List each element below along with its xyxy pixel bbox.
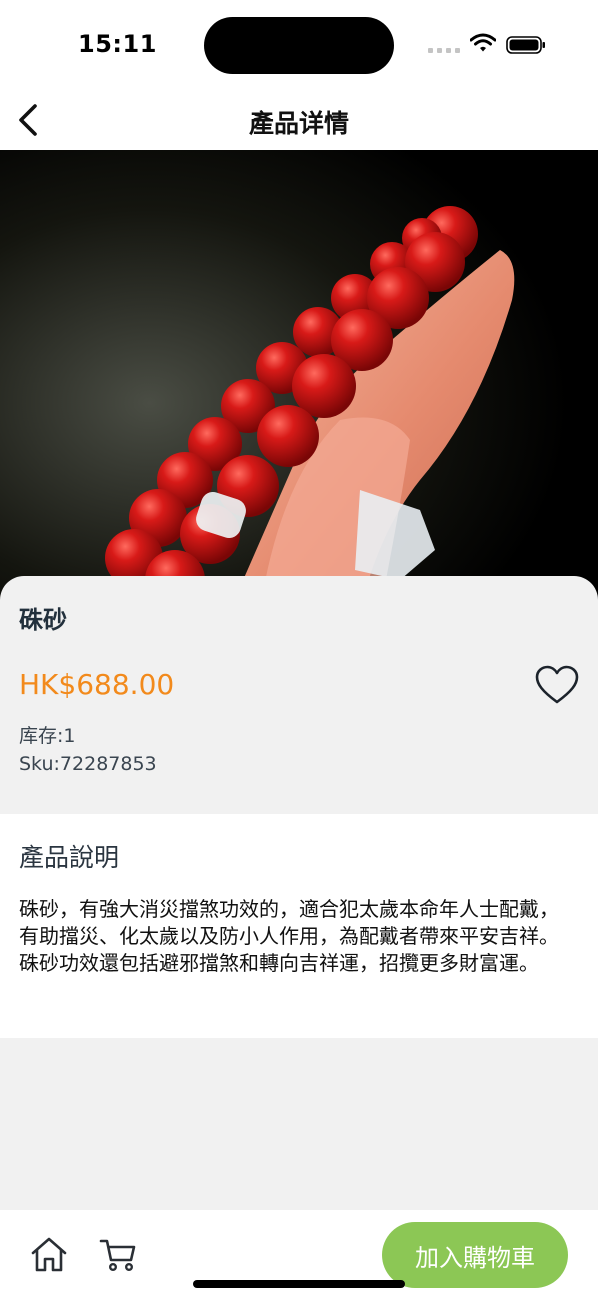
wifi-icon [470,33,496,52]
add-to-cart-button[interactable]: 加入購物車 [382,1222,568,1288]
dynamic-island [204,17,394,74]
home-indicator [193,1280,405,1288]
product-price: HK$688.00 [19,668,175,701]
status-time: 15:11 [78,30,157,58]
sku-code: Sku:72287853 [19,753,157,775]
product-name: 硃砂 [19,606,67,634]
nav-bar: 產品详情 [0,92,598,150]
battery-icon [506,36,545,54]
status-bar: 15:11 [0,0,598,92]
heart-outline-icon [535,665,579,704]
home-button[interactable] [28,1234,70,1276]
favorite-button[interactable] [534,664,580,706]
description-title: 產品說明 [19,843,120,872]
product-image[interactable] [0,150,598,610]
page-title: 產品详情 [248,109,349,138]
cart-button[interactable] [98,1236,138,1274]
product-photo [0,150,598,610]
stock-count: 库存:1 [19,725,76,747]
product-info-card: 硃砂 HK$688.00 库存:1 Sku:72287853 [0,576,598,814]
cart-icon [99,1239,136,1272]
product-detail-screen: 15:11 產品详情 硃砂 HK$688.00 库存:1 Sku:7228785… [0,0,598,1300]
description-section: 產品說明 硃砂，有強大消災擋煞功效的，適合犯太歲本命年人士配戴，有助擋災、化太歲… [0,814,598,1038]
description-text: 硃砂，有強大消災擋煞功效的，適合犯太歲本命年人士配戴，有助擋災、化太歲以及防小人… [19,897,559,975]
home-icon [31,1237,67,1272]
signal-icon [428,48,460,54]
